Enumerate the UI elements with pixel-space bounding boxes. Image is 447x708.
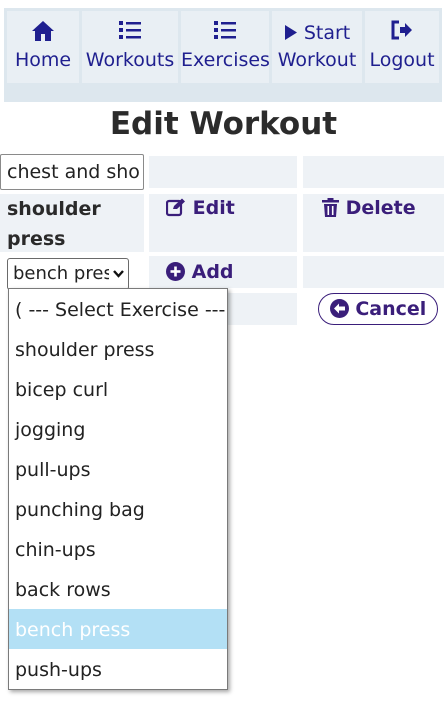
exercise-select-value: bench press	[13, 263, 109, 284]
dropdown-option[interactable]: shoulder press	[9, 329, 227, 369]
page-title: Edit Workout	[109, 106, 338, 142]
nav-exercises[interactable]: Exercises	[181, 11, 270, 83]
home-icon	[7, 20, 79, 46]
nav-start-line1: Start	[272, 20, 362, 46]
exercise-name: shoulder press	[7, 194, 127, 254]
delete-button[interactable]: Delete	[322, 194, 416, 222]
cancel-label: Cancel	[355, 298, 427, 320]
dropdown-option[interactable]: bicep curl	[9, 369, 227, 409]
nav-bar: Home Workouts Exercises Start Workout Lo…	[4, 8, 442, 102]
edit-icon	[165, 197, 186, 219]
exercise-dropdown-list: ( --- Select Exercise --- ) shoulder pre…	[8, 288, 228, 690]
add-label: Add	[191, 261, 234, 283]
nav-start-label-line2: Workout	[277, 49, 357, 71]
dropdown-option[interactable]: push-ups	[9, 649, 227, 689]
edit-button[interactable]: Edit	[165, 194, 235, 222]
workout-name-input[interactable]: chest and sho	[0, 154, 144, 190]
nav-home-label: Home	[14, 49, 72, 71]
chevron-down-icon	[112, 259, 125, 289]
cancel-button[interactable]: Cancel	[318, 293, 438, 325]
list-icon	[82, 20, 178, 46]
dropdown-option[interactable]: pull-ups	[9, 449, 227, 489]
delete-label: Delete	[345, 197, 416, 219]
dropdown-option[interactable]: back rows	[9, 569, 227, 609]
nav-logout[interactable]: Logout	[365, 11, 439, 83]
page: Home Workouts Exercises Start Workout Lo…	[0, 0, 447, 708]
nav-start-label: Start	[303, 22, 351, 44]
grid-cell	[303, 156, 444, 188]
plus-circle-icon	[166, 261, 185, 283]
nav-workouts-label: Workouts	[85, 49, 175, 71]
nav-home[interactable]: Home	[7, 11, 79, 83]
exercise-select[interactable]: bench press	[7, 258, 129, 290]
nav-workouts[interactable]: Workouts	[82, 11, 178, 83]
exercise-name-line2: press	[7, 228, 66, 250]
nav-start-workout[interactable]: Start Workout	[272, 11, 362, 83]
grid-cell	[303, 256, 444, 288]
list-icon	[181, 20, 269, 46]
dropdown-option[interactable]: jogging	[9, 409, 227, 449]
trash-icon	[322, 197, 339, 219]
dropdown-option-selected[interactable]: bench press	[9, 609, 227, 649]
dropdown-option[interactable]: chin-ups	[9, 529, 227, 569]
sign-out-icon	[365, 20, 439, 46]
dropdown-option[interactable]: punching bag	[9, 489, 227, 529]
exercise-name-line1: shoulder	[7, 198, 101, 220]
dropdown-option[interactable]: ( --- Select Exercise --- )	[9, 289, 227, 329]
nav-logout-label: Logout	[369, 49, 435, 71]
edit-label: Edit	[192, 197, 235, 219]
grid-cell	[149, 156, 297, 188]
add-button[interactable]: Add	[166, 258, 234, 286]
arrow-circle-left-icon	[329, 298, 349, 320]
play-icon	[284, 22, 298, 44]
nav-exercises-label: Exercises	[181, 49, 270, 71]
